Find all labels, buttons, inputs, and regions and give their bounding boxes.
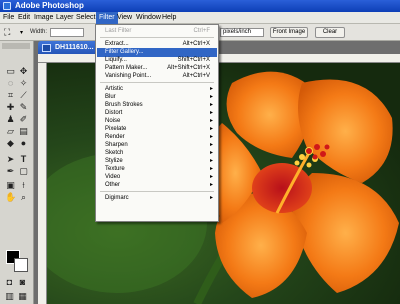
- filter-menu: Last Filter Ctrl+F Extract... Alt+Ctrl+X Fil…: [95, 24, 219, 222]
- width-label: Width:: [30, 29, 48, 35]
- filter-menu-item-vanishing-point[interactable]: Vanishing Point... Alt+Ctrl+V: [97, 72, 217, 81]
- submenu-arrow-icon: ▸: [209, 195, 213, 201]
- submenu-arrow-icon: ▸: [209, 182, 213, 188]
- healing-brush-tool-icon[interactable]: ✚: [5, 102, 16, 112]
- menu-window[interactable]: Window: [136, 14, 161, 21]
- clear-button[interactable]: Clear: [315, 27, 345, 38]
- document-title: DH111610...: [55, 44, 94, 51]
- menu-bar: File Edit Image Layer Select Filter View Window…: [0, 12, 400, 24]
- standard-mode-icon[interactable]: ◘: [4, 277, 15, 287]
- path-selection-tool-icon[interactable]: ➤: [5, 154, 16, 164]
- menu-image[interactable]: Image: [34, 14, 53, 21]
- menu-filter[interactable]: Filter: [96, 12, 118, 24]
- menu-item-shortcut: Ctrl+F: [193, 28, 211, 34]
- ruler-vertical: [38, 63, 47, 304]
- menu-layer[interactable]: Layer: [56, 14, 74, 21]
- tool-preset-chevron-icon[interactable]: ▾: [20, 29, 23, 36]
- lasso-tool-icon[interactable]: ◌: [5, 78, 16, 88]
- filter-menu-item-digimarc[interactable]: Digimarc ▸: [97, 194, 217, 203]
- quick-mask-icon[interactable]: ◙: [17, 277, 28, 287]
- ruler-horizontal: [38, 54, 400, 63]
- toolbox-grip[interactable]: [2, 43, 30, 49]
- filter-menu-item-other[interactable]: Other ▸: [97, 181, 217, 190]
- slice-tool-icon[interactable]: ⟋: [18, 90, 29, 100]
- menu-item-label: Vanishing Point...: [105, 73, 152, 79]
- width-input[interactable]: [50, 28, 84, 37]
- shape-tool-icon[interactable]: ▢: [18, 166, 29, 176]
- menu-help[interactable]: Help: [162, 14, 176, 21]
- resolution-unit-select[interactable]: pixels/inch: [220, 28, 264, 37]
- move-tool-icon[interactable]: ✥: [18, 66, 29, 76]
- menu-item-label: Digimarc: [105, 195, 129, 201]
- menu-view[interactable]: View: [117, 14, 132, 21]
- notes-tool-icon[interactable]: ▣: [5, 180, 16, 190]
- magic-wand-tool-icon[interactable]: ✧: [18, 78, 29, 88]
- document-icon: [42, 44, 51, 52]
- menu-edit[interactable]: Edit: [18, 14, 30, 21]
- toolbox: ▭ ✥ ◌ ✧ ⌗ ⟋ ✚ ✎ ♟ ✐ ▱ ▤ ◆ ● ➤ T ✒ ▢ ▣ ⟊ …: [0, 41, 34, 304]
- window-title: Adobe Photoshop: [15, 1, 84, 10]
- history-brush-tool-icon[interactable]: ✐: [18, 114, 29, 124]
- menu-item-label: Last Filter: [105, 28, 132, 34]
- menu-item-label: Other: [105, 182, 121, 188]
- marquee-tool-icon[interactable]: ▭: [5, 66, 16, 76]
- clone-stamp-tool-icon[interactable]: ♟: [5, 114, 16, 124]
- type-tool-icon[interactable]: T: [18, 154, 29, 164]
- menu-file[interactable]: File: [3, 14, 14, 21]
- filter-menu-item-last-filter[interactable]: Last Filter Ctrl+F: [97, 27, 217, 36]
- screen-mode-full-icon[interactable]: ▦: [17, 291, 28, 301]
- pen-tool-icon[interactable]: ✒: [5, 166, 16, 176]
- menu-select[interactable]: Select: [76, 14, 95, 21]
- menu-item-shortcut: Alt+Ctrl+V: [182, 73, 210, 79]
- photoshop-logo-icon: [3, 2, 11, 10]
- menu-separator: [100, 191, 214, 192]
- hand-tool-icon[interactable]: ✋: [5, 192, 16, 202]
- gradient-tool-icon[interactable]: ▤: [18, 126, 29, 136]
- background-color-swatch[interactable]: [14, 258, 28, 272]
- menu-separator: [100, 37, 214, 38]
- dodge-tool-icon[interactable]: ●: [18, 138, 29, 148]
- brush-tool-icon[interactable]: ✎: [18, 102, 29, 112]
- crop-tool-icon[interactable]: ⌗: [5, 90, 16, 100]
- eyedropper-tool-icon[interactable]: ⟊: [18, 180, 29, 190]
- blur-tool-icon[interactable]: ◆: [5, 138, 16, 148]
- menu-separator: [100, 82, 214, 83]
- screen-mode-standard-icon[interactable]: ▥: [4, 291, 15, 301]
- eraser-tool-icon[interactable]: ▱: [5, 126, 16, 136]
- crop-tool-icon[interactable]: ⛶: [4, 27, 18, 38]
- front-image-button[interactable]: Front Image: [270, 27, 308, 38]
- zoom-tool-icon[interactable]: ⌕: [18, 192, 29, 202]
